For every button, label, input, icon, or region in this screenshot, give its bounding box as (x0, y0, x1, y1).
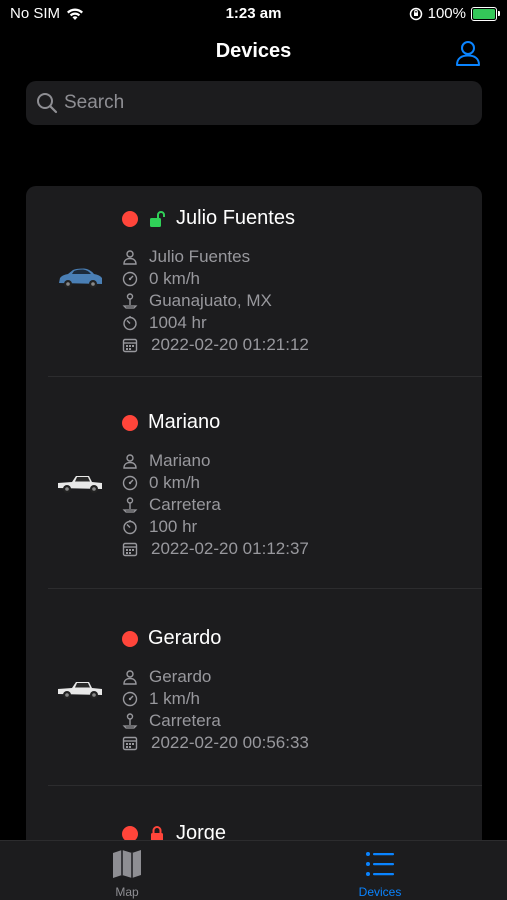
device-title: Jorge (122, 822, 226, 840)
battery-fill (473, 8, 495, 19)
pickup-truck-icon (58, 476, 102, 493)
device-row[interactable]: Julio Fuentes Julio Fuentes 0 km/h Guana… (26, 186, 482, 377)
datetime-value: 2022-02-20 01:12:37 (151, 539, 309, 558)
speed-value: 1 km/h (149, 689, 201, 708)
calendar-icon (122, 542, 138, 557)
search-bar[interactable] (26, 81, 482, 125)
date-detail: 2022-02-20 01:12:37 (122, 539, 309, 559)
date-detail: 2022-02-20 01:21:12 (122, 335, 309, 355)
tab-devices[interactable]: Devices (330, 849, 430, 899)
timer-icon (123, 316, 137, 331)
location-pin-icon (122, 713, 138, 729)
location-value: Guanajuato, MX (149, 291, 272, 310)
driver-detail: Julio Fuentes (122, 247, 250, 267)
device-name: Gerardo (148, 627, 222, 649)
speed-detail: 0 km/h (122, 473, 200, 493)
status-dot (122, 825, 138, 840)
device-row[interactable]: Jorge (26, 786, 482, 840)
search-input[interactable] (64, 92, 464, 114)
status-dot (122, 414, 138, 431)
battery-percent: 100% (427, 5, 466, 22)
location-detail: Carretera (122, 495, 221, 515)
device-name: Julio Fuentes (176, 207, 295, 229)
driver-detail: Gerardo (122, 667, 211, 687)
page-title: Devices (215, 40, 292, 62)
driver-name: Mariano (149, 451, 211, 470)
tab-label: Devices (358, 885, 402, 899)
tab-label: Map (115, 885, 139, 899)
speedometer-icon (122, 691, 138, 707)
speed-value: 0 km/h (149, 269, 201, 288)
datetime-value: 2022-02-20 01:21:12 (151, 335, 309, 354)
status-dot (122, 630, 138, 647)
status-right: 100% (409, 5, 500, 22)
locked-icon (151, 825, 163, 840)
status-bar: No SIM 1:23 am 100% (0, 0, 507, 28)
driver-name: Julio Fuentes (149, 247, 251, 266)
date-detail: 2022-02-20 00:56:33 (122, 733, 309, 753)
unlocked-icon (150, 210, 165, 227)
device-title: Julio Fuentes (122, 207, 295, 230)
device-title: Gerardo (122, 627, 221, 650)
search-icon (37, 93, 58, 114)
pickup-truck-icon (58, 682, 102, 699)
datetime-value: 2022-02-20 00:56:33 (151, 733, 309, 752)
person-icon (123, 454, 137, 469)
device-title: Mariano (122, 411, 220, 434)
list-icon (366, 852, 394, 876)
battery-icon (471, 6, 500, 21)
map-icon (113, 850, 141, 878)
hours-value: 100 hr (149, 517, 198, 536)
hours-detail: 100 hr (122, 517, 197, 537)
person-icon[interactable] (453, 38, 483, 68)
hours-value: 1004 hr (149, 313, 207, 332)
location-pin-icon (122, 293, 138, 309)
driver-detail: Mariano (122, 451, 210, 471)
tab-bar: Map Devices (0, 840, 507, 900)
timer-icon (123, 520, 137, 535)
location-value: Carretera (149, 495, 221, 514)
location-detail: Guanajuato, MX (122, 291, 272, 311)
location-value: Carretera (149, 711, 221, 730)
speed-detail: 0 km/h (122, 269, 200, 289)
tab-map[interactable]: Map (77, 849, 177, 899)
driver-name: Gerardo (149, 667, 212, 686)
location-detail: Carretera (122, 711, 221, 731)
speed-detail: 1 km/h (122, 689, 200, 709)
device-name: Jorge (176, 822, 227, 840)
device-row[interactable]: Gerardo Gerardo 1 km/h Carretera 2022-02… (26, 589, 482, 786)
speed-value: 0 km/h (149, 473, 201, 492)
orientation-lock-icon (409, 7, 422, 20)
status-dot (122, 210, 138, 227)
calendar-icon (122, 338, 138, 353)
speedometer-icon (122, 271, 138, 287)
hours-detail: 1004 hr (122, 313, 207, 333)
calendar-icon (122, 736, 138, 751)
person-icon (123, 250, 137, 265)
person-icon (123, 670, 137, 685)
device-name: Mariano (148, 411, 221, 433)
device-list: Julio Fuentes Julio Fuentes 0 km/h Guana… (26, 186, 482, 840)
device-row[interactable]: Mariano Mariano 0 km/h Carretera 100 hr … (26, 377, 482, 589)
speedometer-icon (122, 475, 138, 491)
car-icon (59, 268, 102, 288)
location-pin-icon (122, 497, 138, 513)
